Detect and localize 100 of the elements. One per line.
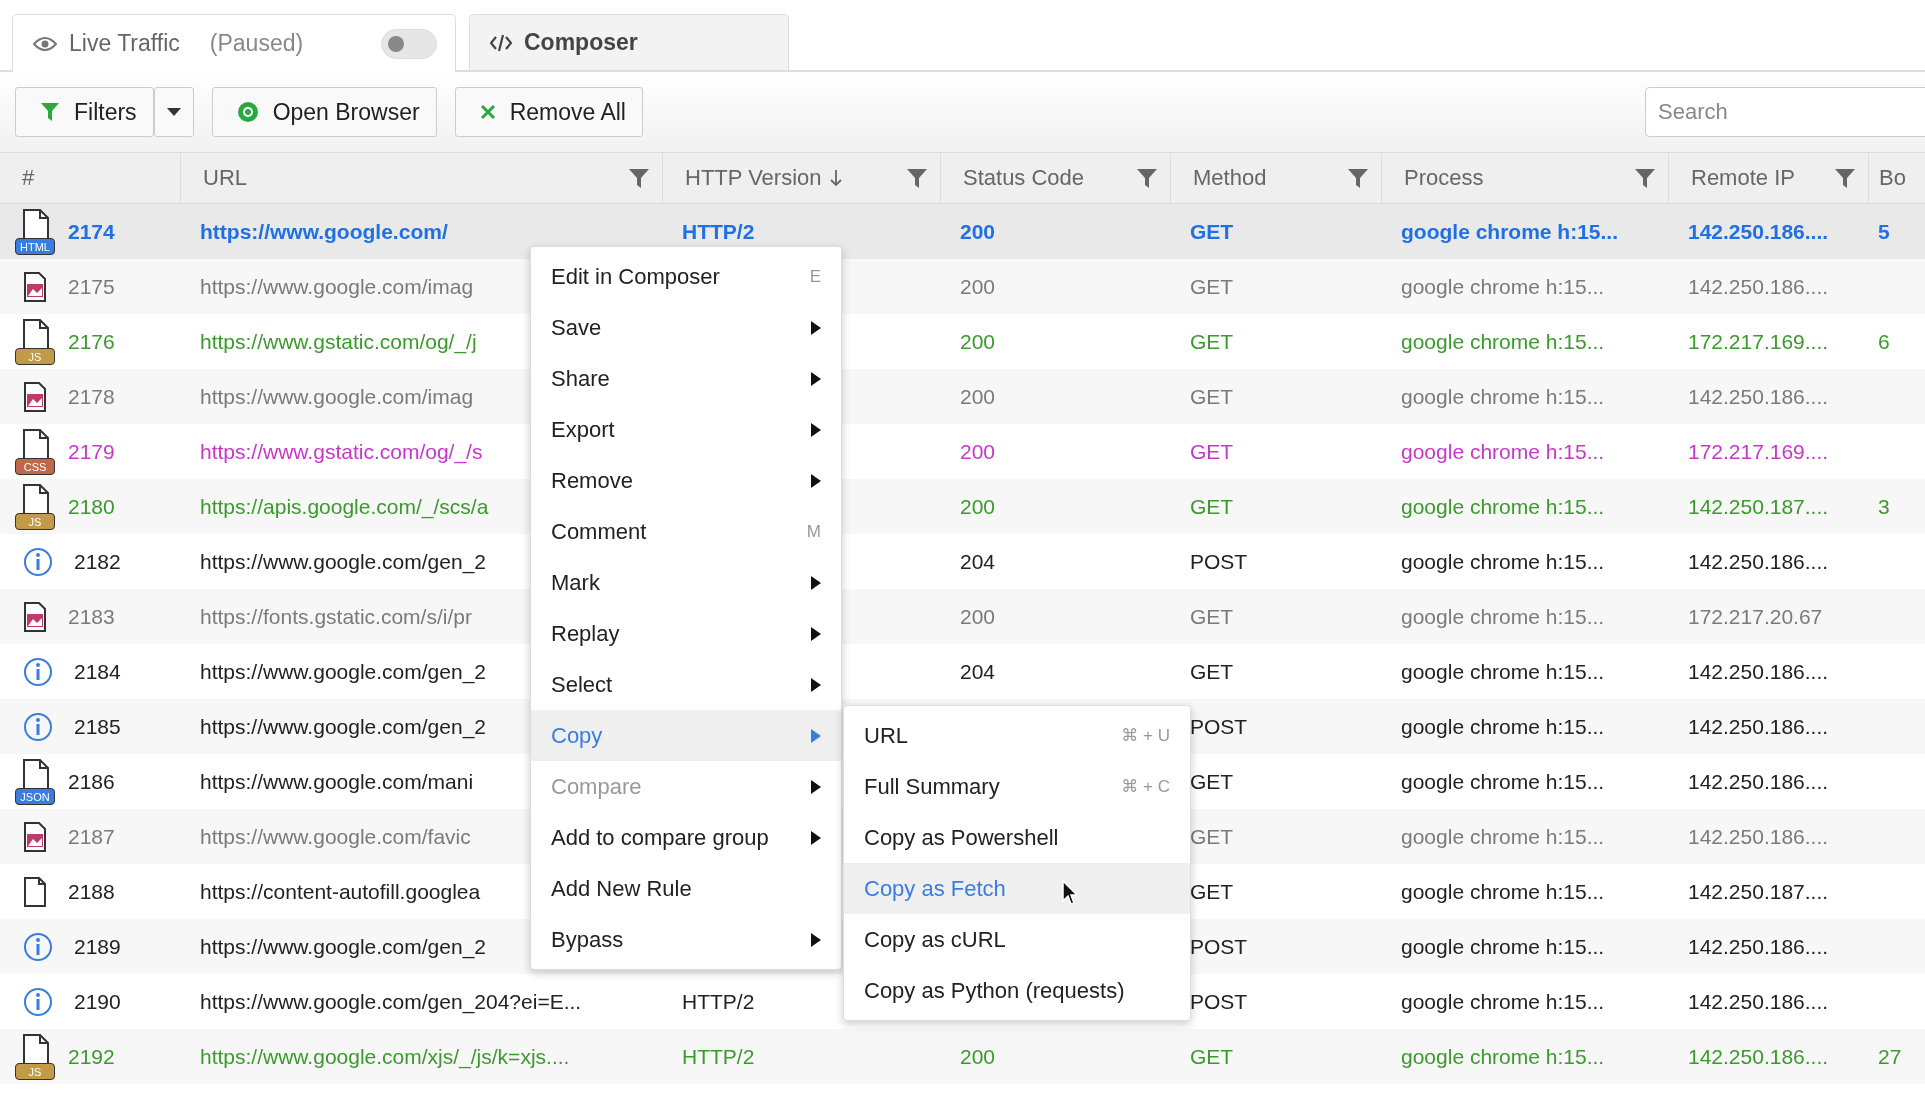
search-field[interactable]: Search (1645, 87, 1925, 137)
table-cell: 200 (960, 1044, 996, 1069)
menu-item[interactable]: Remove (531, 455, 841, 506)
filter-icon[interactable] (628, 167, 650, 189)
menu-item[interactable]: Save (531, 302, 841, 353)
menu-item[interactable]: URL ⌘ + U (844, 710, 1190, 761)
table-cell: HTTP/2 (682, 989, 755, 1014)
table-cell: 142.250.186.... (1688, 824, 1829, 849)
image-file-icon (23, 381, 47, 412)
column-header[interactable]: Status Code (940, 153, 1170, 203)
table-cell: 172.217.169.... (1688, 329, 1829, 354)
row-number: 2182 (74, 549, 121, 574)
table-cell: POST (1190, 549, 1248, 574)
menu-item[interactable]: Full Summary ⌘ + C (844, 761, 1190, 812)
menu-item[interactable]: Edit in Composer E (531, 251, 841, 302)
table-cell: https://content-autofill.googlea (200, 879, 481, 904)
info-icon (23, 656, 53, 687)
table-cell: 142.250.186.... (1688, 384, 1829, 409)
table-cell: https://www.google.com/imag (200, 384, 474, 409)
filter-icon[interactable] (1347, 167, 1369, 189)
table-cell: https://www.google.com/gen_204?ei=E... (200, 989, 582, 1014)
menu-item[interactable]: Copy as cURL (844, 914, 1190, 965)
table-cell: google chrome h:15... (1401, 494, 1605, 519)
table-cell: GET (1190, 274, 1234, 299)
menu-item[interactable]: Copy as Powershell (844, 812, 1190, 863)
menu-item[interactable]: Copy as Python (requests) (844, 965, 1190, 1016)
toggle-switch[interactable] (381, 28, 437, 59)
filter-icon[interactable] (1634, 167, 1656, 189)
table-cell: https://www.google.com/gen_2 (200, 934, 486, 959)
table-cell: https://www.google.com/imag (200, 274, 474, 299)
filter-icon[interactable] (1834, 167, 1856, 189)
table-cell: 204 (960, 659, 996, 684)
table-cell: 142.250.186.... (1688, 714, 1829, 739)
table-cell: 142.250.186.... (1688, 934, 1829, 959)
column-header[interactable]: URL (180, 153, 662, 203)
row-number: 2178 (68, 384, 115, 409)
tab-label: Live Traffic (69, 30, 180, 57)
shortcut-hint: ⌘ + U (1121, 725, 1170, 746)
image-file-icon (23, 601, 47, 632)
table-cell: POST (1190, 714, 1248, 739)
table-cell: GET (1190, 879, 1234, 904)
tab[interactable]: Composer (469, 14, 789, 70)
mouse-pointer-icon (1062, 880, 1078, 906)
table-cell: 200 (960, 329, 996, 354)
menu-item[interactable]: Share (531, 353, 841, 404)
tab[interactable]: Live Traffic (Paused) (12, 14, 456, 72)
column-header[interactable]: # (0, 153, 180, 203)
menu-item[interactable]: Replay (531, 608, 841, 659)
table-cell: google chrome h:15... (1401, 439, 1605, 464)
table-cell: https://www.google.com/xjs/_/js/k=xjs.... (200, 1044, 570, 1069)
table-cell: https://www.gstatic.com/og/_/s (200, 439, 483, 464)
column-header[interactable]: HTTP Version (662, 153, 940, 203)
menu-item[interactable]: Comment M (531, 506, 841, 557)
shortcut-hint: ⌘ + C (1121, 776, 1170, 797)
table-cell: google chrome h:15... (1401, 879, 1605, 904)
table-cell: google chrome h:15... (1401, 274, 1605, 299)
row-number: 2185 (74, 714, 121, 739)
menu-item[interactable]: Add New Rule (531, 863, 841, 914)
info-icon (23, 986, 53, 1017)
column-header[interactable]: Bo (1868, 153, 1925, 203)
filter-icon[interactable] (1136, 167, 1158, 189)
table-cell: 6 (1878, 329, 1890, 354)
row-number: 2189 (74, 934, 121, 959)
menu-item[interactable]: Add to compare group (531, 812, 841, 863)
table-cell: https://www.google.com/gen_2 (200, 714, 486, 739)
row-number: 2180 (68, 494, 115, 519)
table-cell: 3 (1878, 494, 1890, 519)
menu-item[interactable]: Select (531, 659, 841, 710)
filter-icon[interactable] (906, 167, 928, 189)
table-cell: google chrome h:15... (1401, 604, 1605, 629)
table-cell: GET (1190, 659, 1234, 684)
menu-item[interactable]: Mark (531, 557, 841, 608)
toolbar-button[interactable]: Remove All (454, 87, 643, 137)
table-cell: GET (1190, 384, 1234, 409)
table-cell: 172.217.20.67 (1688, 604, 1823, 629)
table-cell: google chrome h:15... (1401, 824, 1605, 849)
menu-item[interactable]: Copy (531, 710, 841, 761)
menu-item[interactable]: Bypass (531, 914, 841, 965)
dropdown-button[interactable] (153, 87, 194, 137)
toolbar-button[interactable]: Filters (15, 87, 154, 137)
caret-icon (166, 108, 181, 116)
toolbar-button[interactable]: Open Browser (211, 87, 437, 137)
row-number: 2184 (74, 659, 121, 684)
column-header[interactable]: Process (1381, 153, 1668, 203)
menu-item[interactable]: Copy as Fetch (844, 863, 1190, 914)
table-cell: 142.250.186.... (1688, 1044, 1829, 1069)
column-header[interactable]: Remote IP (1668, 153, 1868, 203)
row-number: 2175 (68, 274, 115, 299)
menu-item[interactable]: Export (531, 404, 841, 455)
shortcut-hint: E (809, 266, 821, 287)
table-cell: 200 (960, 439, 996, 464)
row-number: 2183 (68, 604, 115, 629)
row-number: 2192 (68, 1044, 115, 1069)
table-cell: GET (1190, 219, 1234, 244)
column-header[interactable]: Method (1170, 153, 1381, 203)
table-cell: https://apis.google.com/_/scs/a (200, 494, 489, 519)
tab-label: Composer (524, 29, 638, 56)
sort-arrow-icon (829, 169, 842, 187)
image-file-icon (23, 821, 47, 852)
info-icon (23, 931, 53, 962)
